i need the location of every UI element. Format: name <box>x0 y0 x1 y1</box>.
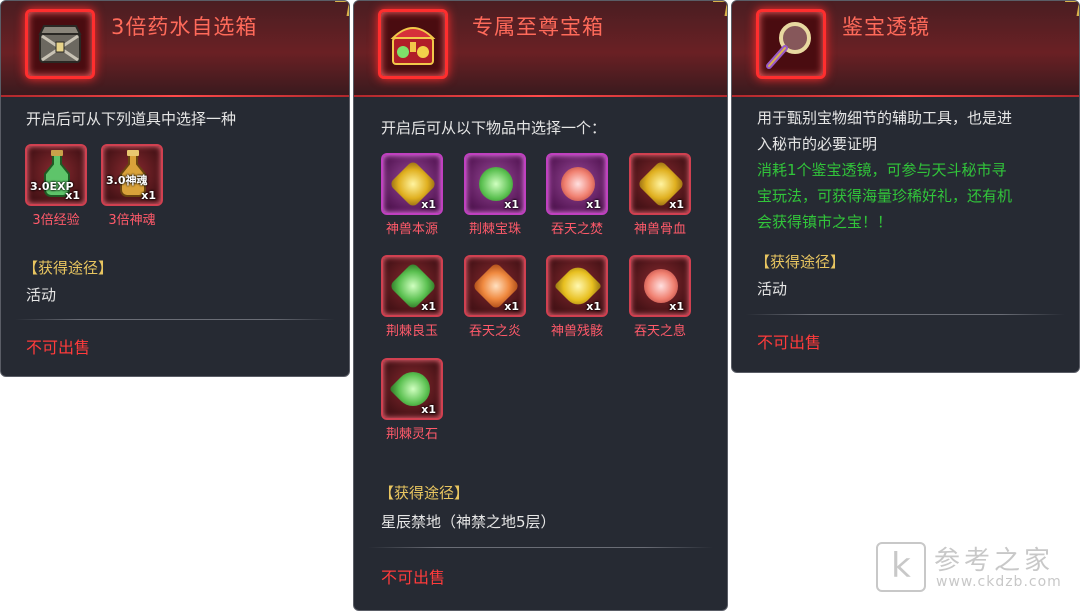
item-quantity: x1 <box>669 300 684 313</box>
item-quantity: x1 <box>586 198 601 211</box>
reward-icon-frame: x1 <box>464 153 526 215</box>
chest-icon <box>25 9 95 79</box>
item-description: 用于甄别宝物细节的辅助工具，也是进 入秘市的必要证明 消耗1个鉴宝透镜，可参与天… <box>757 105 1067 235</box>
reward-icon-frame: x1 <box>464 255 526 317</box>
usage-highlight-line: 消耗1个鉴宝透镜，可参与天斗秘市寻 <box>757 161 1007 179</box>
item-tooltip-panel: 专属至尊宝箱 开启后可从以下物品中选择一个： x1 神兽本源 x1 荆棘宝珠 x… <box>353 0 728 611</box>
reward-option[interactable]: x1 吞天之息 <box>627 255 693 339</box>
divider <box>15 319 335 320</box>
reward-option[interactable]: 3.0神魂 x1 3倍神魂 <box>99 144 165 228</box>
item-quantity: x1 <box>141 189 156 202</box>
item-name: 吞天之息 <box>633 324 686 339</box>
reward-option[interactable]: x1 吞天之焚 <box>544 153 610 237</box>
reward-icon-frame: x1 <box>629 255 691 317</box>
item-quantity: x1 <box>421 403 436 416</box>
panel-title: 鉴宝透镜 <box>842 15 930 39</box>
item-quantity: x1 <box>504 300 519 313</box>
reward-icon-frame: 3.0EXP x1 <box>25 144 87 206</box>
reward-option[interactable]: x1 荆棘宝珠 <box>462 153 528 237</box>
item-name: 荆棘良玉 <box>385 324 438 339</box>
item-quantity: x1 <box>421 300 436 313</box>
reward-option[interactable]: x1 神兽残骸 <box>544 255 610 339</box>
divider <box>746 314 1065 315</box>
item-quantity: x1 <box>669 198 684 211</box>
reward-icon-frame: x1 <box>546 153 608 215</box>
item-name: 3倍经验 <box>32 213 80 228</box>
item-name: 荆棘宝珠 <box>468 222 521 237</box>
source-text: 活动 <box>26 286 57 304</box>
description-line: 入秘市的必要证明 <box>757 135 878 153</box>
reward-icon-frame: 3.0神魂 x1 <box>101 144 163 206</box>
corner-ornament <box>1062 1 1079 16</box>
corner-ornament <box>710 1 727 16</box>
treasure-chest-icon <box>378 9 448 79</box>
source-section-title: 【获得途径】 <box>23 259 114 277</box>
reward-option[interactable]: x1 荆棘灵石 <box>379 358 445 442</box>
watermark-url: www.ckdzb.com <box>936 574 1062 590</box>
reward-icon-frame: x1 <box>629 153 691 215</box>
item-name: 神兽本源 <box>385 222 438 237</box>
item-badge: 3.0神魂 <box>106 174 148 187</box>
reward-icon-frame: x1 <box>381 153 443 215</box>
reward-icon-frame: x1 <box>381 255 443 317</box>
reward-option[interactable]: x1 吞天之炎 <box>462 255 528 339</box>
item-description: 开启后可从以下物品中选择一个： <box>381 119 607 137</box>
usage-highlight-line: 宝玩法，可获得海量珍稀好礼，还有机 <box>757 187 1013 205</box>
item-tooltip-panel: 3倍药水自选箱 开启后可从下列道具中选择一种 3.0EXP x1 3倍经验 3.… <box>0 0 350 377</box>
source-text: 星辰禁地（神禁之地5层） <box>381 513 556 531</box>
item-quantity: x1 <box>421 198 436 211</box>
watermark-logo: k <box>876 542 926 592</box>
item-tooltip-panel: 鉴宝透镜 用于甄别宝物细节的辅助工具，也是进 入秘市的必要证明 消耗1个鉴宝透镜… <box>731 0 1080 373</box>
panel-title: 3倍药水自选箱 <box>111 15 258 39</box>
description-line: 用于甄别宝物细节的辅助工具，也是进 <box>757 109 1013 127</box>
watermark-title: 参考之家 <box>934 546 1055 576</box>
divider <box>368 547 713 548</box>
source-section-title: 【获得途径】 <box>379 484 470 502</box>
source-text: 活动 <box>757 280 788 298</box>
panel-header: 3倍药水自选箱 <box>1 1 349 97</box>
item-name: 3倍神魂 <box>108 213 156 228</box>
magnifying-glass-icon <box>756 9 826 79</box>
panel-title: 专属至尊宝箱 <box>472 15 604 39</box>
item-quantity: x1 <box>504 198 519 211</box>
sell-status: 不可出售 <box>26 338 91 357</box>
watermark: k 参考之家 www.ckdzb.com <box>876 540 1076 598</box>
reward-icon-frame: x1 <box>546 255 608 317</box>
reward-option[interactable]: x1 神兽骨血 <box>627 153 693 237</box>
item-name: 吞天之焚 <box>550 222 603 237</box>
sell-status: 不可出售 <box>381 568 446 587</box>
item-quantity: x1 <box>586 300 601 313</box>
reward-option[interactable]: x1 神兽本源 <box>379 153 445 237</box>
item-name: 荆棘灵石 <box>385 427 438 442</box>
item-name: 神兽骨血 <box>633 222 686 237</box>
panel-header: 专属至尊宝箱 <box>354 1 727 97</box>
item-name: 吞天之炎 <box>468 324 521 339</box>
corner-ornament <box>332 1 349 16</box>
reward-option[interactable]: x1 荆棘良玉 <box>379 255 445 339</box>
usage-highlight-line: 会获得镇市之宝！！ <box>757 213 893 231</box>
sell-status: 不可出售 <box>757 333 822 352</box>
source-section-title: 【获得途径】 <box>755 253 846 271</box>
panel-header: 鉴宝透镜 <box>732 1 1079 97</box>
item-quantity: x1 <box>65 189 80 202</box>
reward-option[interactable]: 3.0EXP x1 3倍经验 <box>23 144 89 228</box>
reward-icon-frame: x1 <box>381 358 443 420</box>
item-description: 开启后可从下列道具中选择一种 <box>26 110 237 128</box>
item-name: 神兽残骸 <box>550 324 603 339</box>
